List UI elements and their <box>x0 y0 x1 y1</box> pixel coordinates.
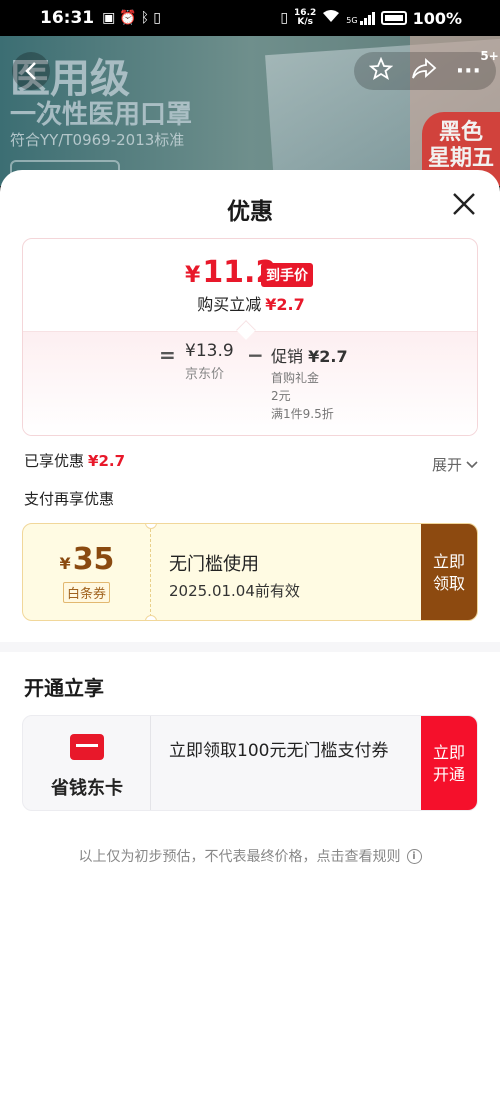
saving-card-promo: 省钱东卡 立即领取100元无门槛支付券 立即 开通 <box>22 715 478 811</box>
wifi-icon <box>322 9 340 27</box>
enjoyed-amount: ¥2.7 <box>88 452 126 470</box>
jd-price-label: 京东价 <box>185 367 225 382</box>
baitiao-coupon: ¥35 白条券 无门槛使用 2025.01.04前有效 立即 领取 <box>22 523 478 621</box>
alarm-icon: ⏰ <box>119 10 137 26</box>
promo-detail-3: 满1件9.5折 <box>271 407 334 421</box>
card-icon <box>70 734 104 760</box>
coupon-type: 白条券 <box>63 582 111 603</box>
signal-icon: 5G <box>346 11 375 25</box>
coupon-text: 无门槛使用 2025.01.04前有效 <box>169 550 300 601</box>
star-icon <box>368 56 394 80</box>
price-breakdown-card: ¥ 11.2 到手价 购买立减 ¥2.7 = ¥13.9 京东价 − 促销 ¥2.… <box>22 238 478 436</box>
coupon-left: ¥35 白条券 <box>23 524 151 620</box>
sheet-title: 优惠 <box>227 199 273 225</box>
minus-sign: − <box>247 343 264 367</box>
status-bar: 16:31 ▣ ⏰ ᛒ ▯ ▯ 16.2 K/s 5G 100% <box>0 0 500 36</box>
coupon-symbol: ¥ <box>59 554 71 573</box>
cart-count-badge: 5+ <box>480 48 499 63</box>
battery-percent: 100% <box>412 8 462 28</box>
claim-coupon-button[interactable]: 立即 领取 <box>421 524 477 620</box>
promo-detail: 促销 ¥2.7 首购礼金 2元 满1件9.5折 <box>271 343 348 423</box>
open-card-button[interactable]: 立即 开通 <box>421 716 477 810</box>
chevron-down-icon <box>466 460 478 468</box>
jd-price-value: ¥13.9 <box>185 341 234 361</box>
close-icon <box>453 193 475 215</box>
open-button-line2: 开通 <box>432 765 465 784</box>
vibrate-mode-icon: ▯ <box>280 10 289 26</box>
share-icon <box>412 57 437 79</box>
info-icon: i <box>406 848 422 864</box>
promo-detail-1: 首购礼金 <box>271 371 320 385</box>
open-button-line1: 立即 <box>432 743 465 762</box>
claim-button-line1: 立即 <box>432 552 465 571</box>
discount-sheet: 优惠 ¥ 11.2 到手价 购买立减 ¥2.7 = ¥13.9 京东价 − 促销 … <box>0 170 500 1111</box>
status-left: 16:31 ▣ ⏰ ᛒ ▯ <box>40 8 161 28</box>
banner-badge-line1: 黑色 <box>438 120 483 145</box>
coupon-amount: ¥35 <box>23 542 151 577</box>
product-banner: 医用级 一次性医用口罩 符合YY/T0969-2013标准 黑色 星期五 ···… <box>0 36 500 186</box>
banner-standard: 符合YY/T0969-2013标准 <box>10 131 185 149</box>
net-speed: 16.2 K/s <box>294 9 316 27</box>
more-icon: ··· <box>455 58 481 84</box>
claim-button-line2: 领取 <box>432 574 465 593</box>
pay-again-label: 支付再享优惠 <box>24 490 115 508</box>
equals-sign: = <box>159 343 176 367</box>
coupon-value: 35 <box>72 542 115 577</box>
open-section-title: 开通立享 <box>24 676 104 700</box>
card-left: 省钱东卡 <box>23 716 151 810</box>
expand-button[interactable]: 展开 <box>432 454 478 475</box>
instant-reduce-amount: ¥2.7 <box>265 295 305 314</box>
top-actions: ··· 5+ <box>354 49 499 90</box>
rules-footnote[interactable]: 以上仅为初步预估，不代表最终价格，点击查看规则 i <box>0 846 500 866</box>
promo-label: 促销 <box>271 347 304 366</box>
instant-reduce: 购买立减 ¥2.7 <box>23 291 477 315</box>
section-divider <box>0 642 500 652</box>
bluetooth-icon: ᛒ <box>140 10 150 26</box>
coupon-notch-bottom <box>145 615 157 620</box>
battery-icon <box>380 11 407 25</box>
banner-subtitle: 一次性医用口罩 <box>10 100 193 130</box>
final-price-tag: 到手价 <box>261 263 313 287</box>
promo-detail-2: 2元 <box>271 389 291 403</box>
favorite-button[interactable] <box>368 56 394 85</box>
instant-reduce-label: 购买立减 <box>197 295 262 314</box>
expand-label: 展开 <box>431 456 462 474</box>
share-button[interactable] <box>411 57 437 84</box>
jd-price: ¥13.9 京东价 <box>185 341 234 382</box>
coupon-line2: 2025.01.04前有效 <box>169 582 300 600</box>
signal-label: 5G <box>346 15 358 25</box>
footnote-text: 以上仅为初步预估，不代表最终价格，点击查看规则 <box>78 849 401 865</box>
tv-icon: ▣ <box>102 10 116 26</box>
promo-amount: ¥2.7 <box>308 347 348 366</box>
net-speed-unit: K/s <box>297 17 313 27</box>
enjoyed-discount: 已享优惠 ¥2.7 <box>24 450 125 471</box>
close-button[interactable] <box>450 190 478 218</box>
status-right: ▯ 16.2 K/s 5G 100% <box>280 9 462 28</box>
status-notification-icons: ▣ ⏰ ᛒ ▯ <box>102 10 161 26</box>
card-text: 立即领取100元无门槛支付券 <box>169 741 389 761</box>
enjoyed-label: 已享优惠 <box>24 452 85 470</box>
banner-badge-line2: 星期五 <box>427 146 494 171</box>
status-time: 16:31 <box>40 8 95 28</box>
vibrate-icon: ▯ <box>153 10 161 26</box>
more-button[interactable]: ··· 5+ <box>455 49 499 84</box>
final-price-symbol: ¥ <box>185 263 201 288</box>
card-name: 省钱东卡 <box>51 778 123 799</box>
back-button[interactable] <box>12 52 50 90</box>
coupon-line1: 无门槛使用 <box>169 554 259 575</box>
chevron-left-icon <box>25 62 36 80</box>
